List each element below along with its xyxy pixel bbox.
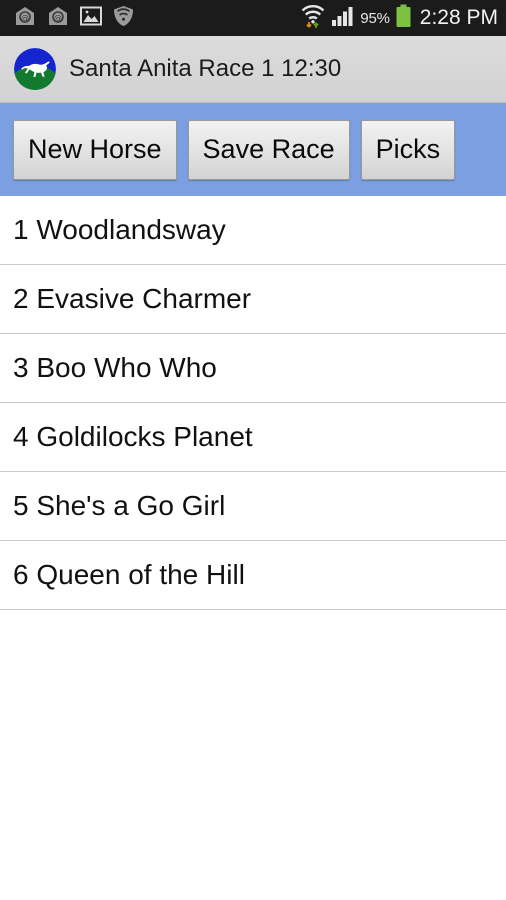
list-item[interactable]: 6 Queen of the Hill bbox=[0, 541, 506, 610]
list-item-label: 3 Boo Who Who bbox=[13, 352, 217, 383]
new-horse-button[interactable]: New Horse bbox=[13, 119, 177, 180]
horse-list: 1 Woodlandsway 2 Evasive Charmer 3 Boo W… bbox=[0, 196, 506, 610]
shield-wifi-icon bbox=[113, 5, 134, 32]
empty-list-area bbox=[0, 610, 506, 900]
running-horse-logo bbox=[14, 48, 56, 90]
save-race-button[interactable]: Save Race bbox=[187, 119, 350, 180]
battery-percent-label: 95% bbox=[360, 9, 390, 27]
list-item-label: 5 She's a Go Girl bbox=[13, 490, 226, 521]
app-title-bar[interactable]: Santa Anita Race 1 12:30 bbox=[0, 36, 506, 103]
picks-button[interactable]: Picks bbox=[360, 119, 456, 180]
svg-text:@: @ bbox=[54, 13, 62, 22]
list-item[interactable]: 3 Boo Who Who bbox=[0, 334, 506, 403]
list-item[interactable]: 4 Goldilocks Planet bbox=[0, 403, 506, 472]
battery-icon bbox=[395, 4, 412, 33]
app-home-icon-1: @ bbox=[14, 5, 36, 32]
status-clock: 2:28 PM bbox=[419, 6, 498, 29]
list-item[interactable]: 1 Woodlandsway bbox=[0, 196, 506, 265]
status-bar[interactable]: @ @ 95% 2:28 PM bbox=[0, 0, 506, 36]
list-item-label: 1 Woodlandsway bbox=[13, 214, 226, 245]
gallery-image-icon bbox=[80, 6, 102, 31]
app-home-icon-2: @ bbox=[47, 5, 69, 32]
list-item-label: 6 Queen of the Hill bbox=[13, 559, 245, 590]
list-item-label: 4 Goldilocks Planet bbox=[13, 421, 253, 452]
svg-text:@: @ bbox=[21, 13, 29, 22]
status-indicators: 95% 2:28 PM bbox=[300, 2, 498, 35]
wifi-data-transfer-icon bbox=[300, 2, 326, 35]
notification-icons: @ @ bbox=[14, 5, 134, 32]
list-item-label: 2 Evasive Charmer bbox=[13, 283, 252, 314]
list-item[interactable]: 2 Evasive Charmer bbox=[0, 265, 506, 334]
list-item[interactable]: 5 She's a Go Girl bbox=[0, 472, 506, 541]
cellular-signal-icon bbox=[331, 5, 355, 32]
page-title: Santa Anita Race 1 12:30 bbox=[69, 55, 342, 82]
action-button-bar: New Horse Save Race Picks bbox=[0, 103, 506, 196]
